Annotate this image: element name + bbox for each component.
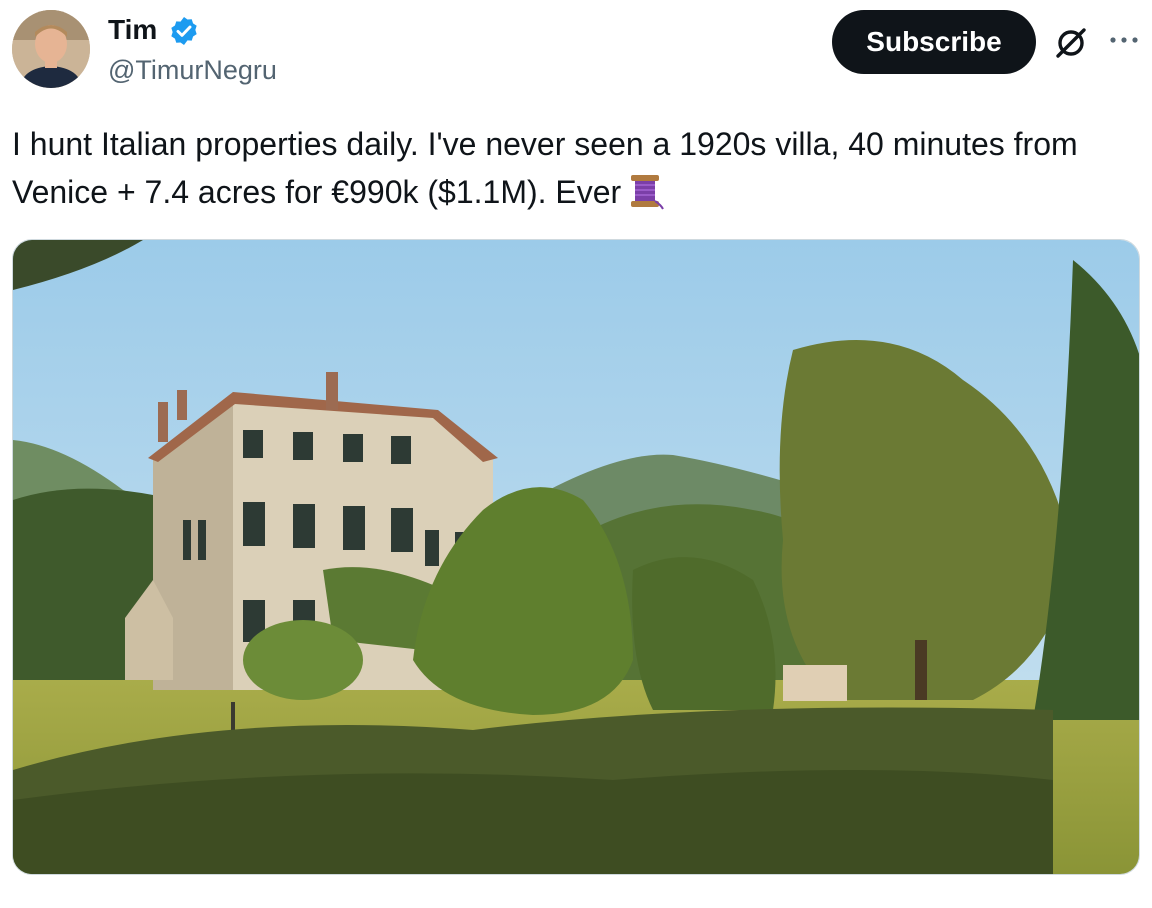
grok-icon[interactable] [1052, 24, 1090, 62]
thread-spool-emoji [625, 171, 665, 224]
author-handle[interactable]: @TimurNegru [108, 52, 277, 88]
author-name[interactable]: Tim [108, 12, 157, 48]
subscribe-button[interactable]: Subscribe [832, 10, 1036, 74]
villa-photo [13, 240, 1139, 874]
tweet-text-body: I hunt Italian properties daily. I've ne… [12, 126, 1078, 210]
avatar[interactable] [12, 10, 90, 88]
verified-badge-icon [171, 17, 197, 45]
tweet-media[interactable] [12, 239, 1140, 875]
more-options-icon[interactable] [1106, 22, 1142, 58]
tweet-text: I hunt Italian properties daily. I've ne… [12, 120, 1122, 224]
